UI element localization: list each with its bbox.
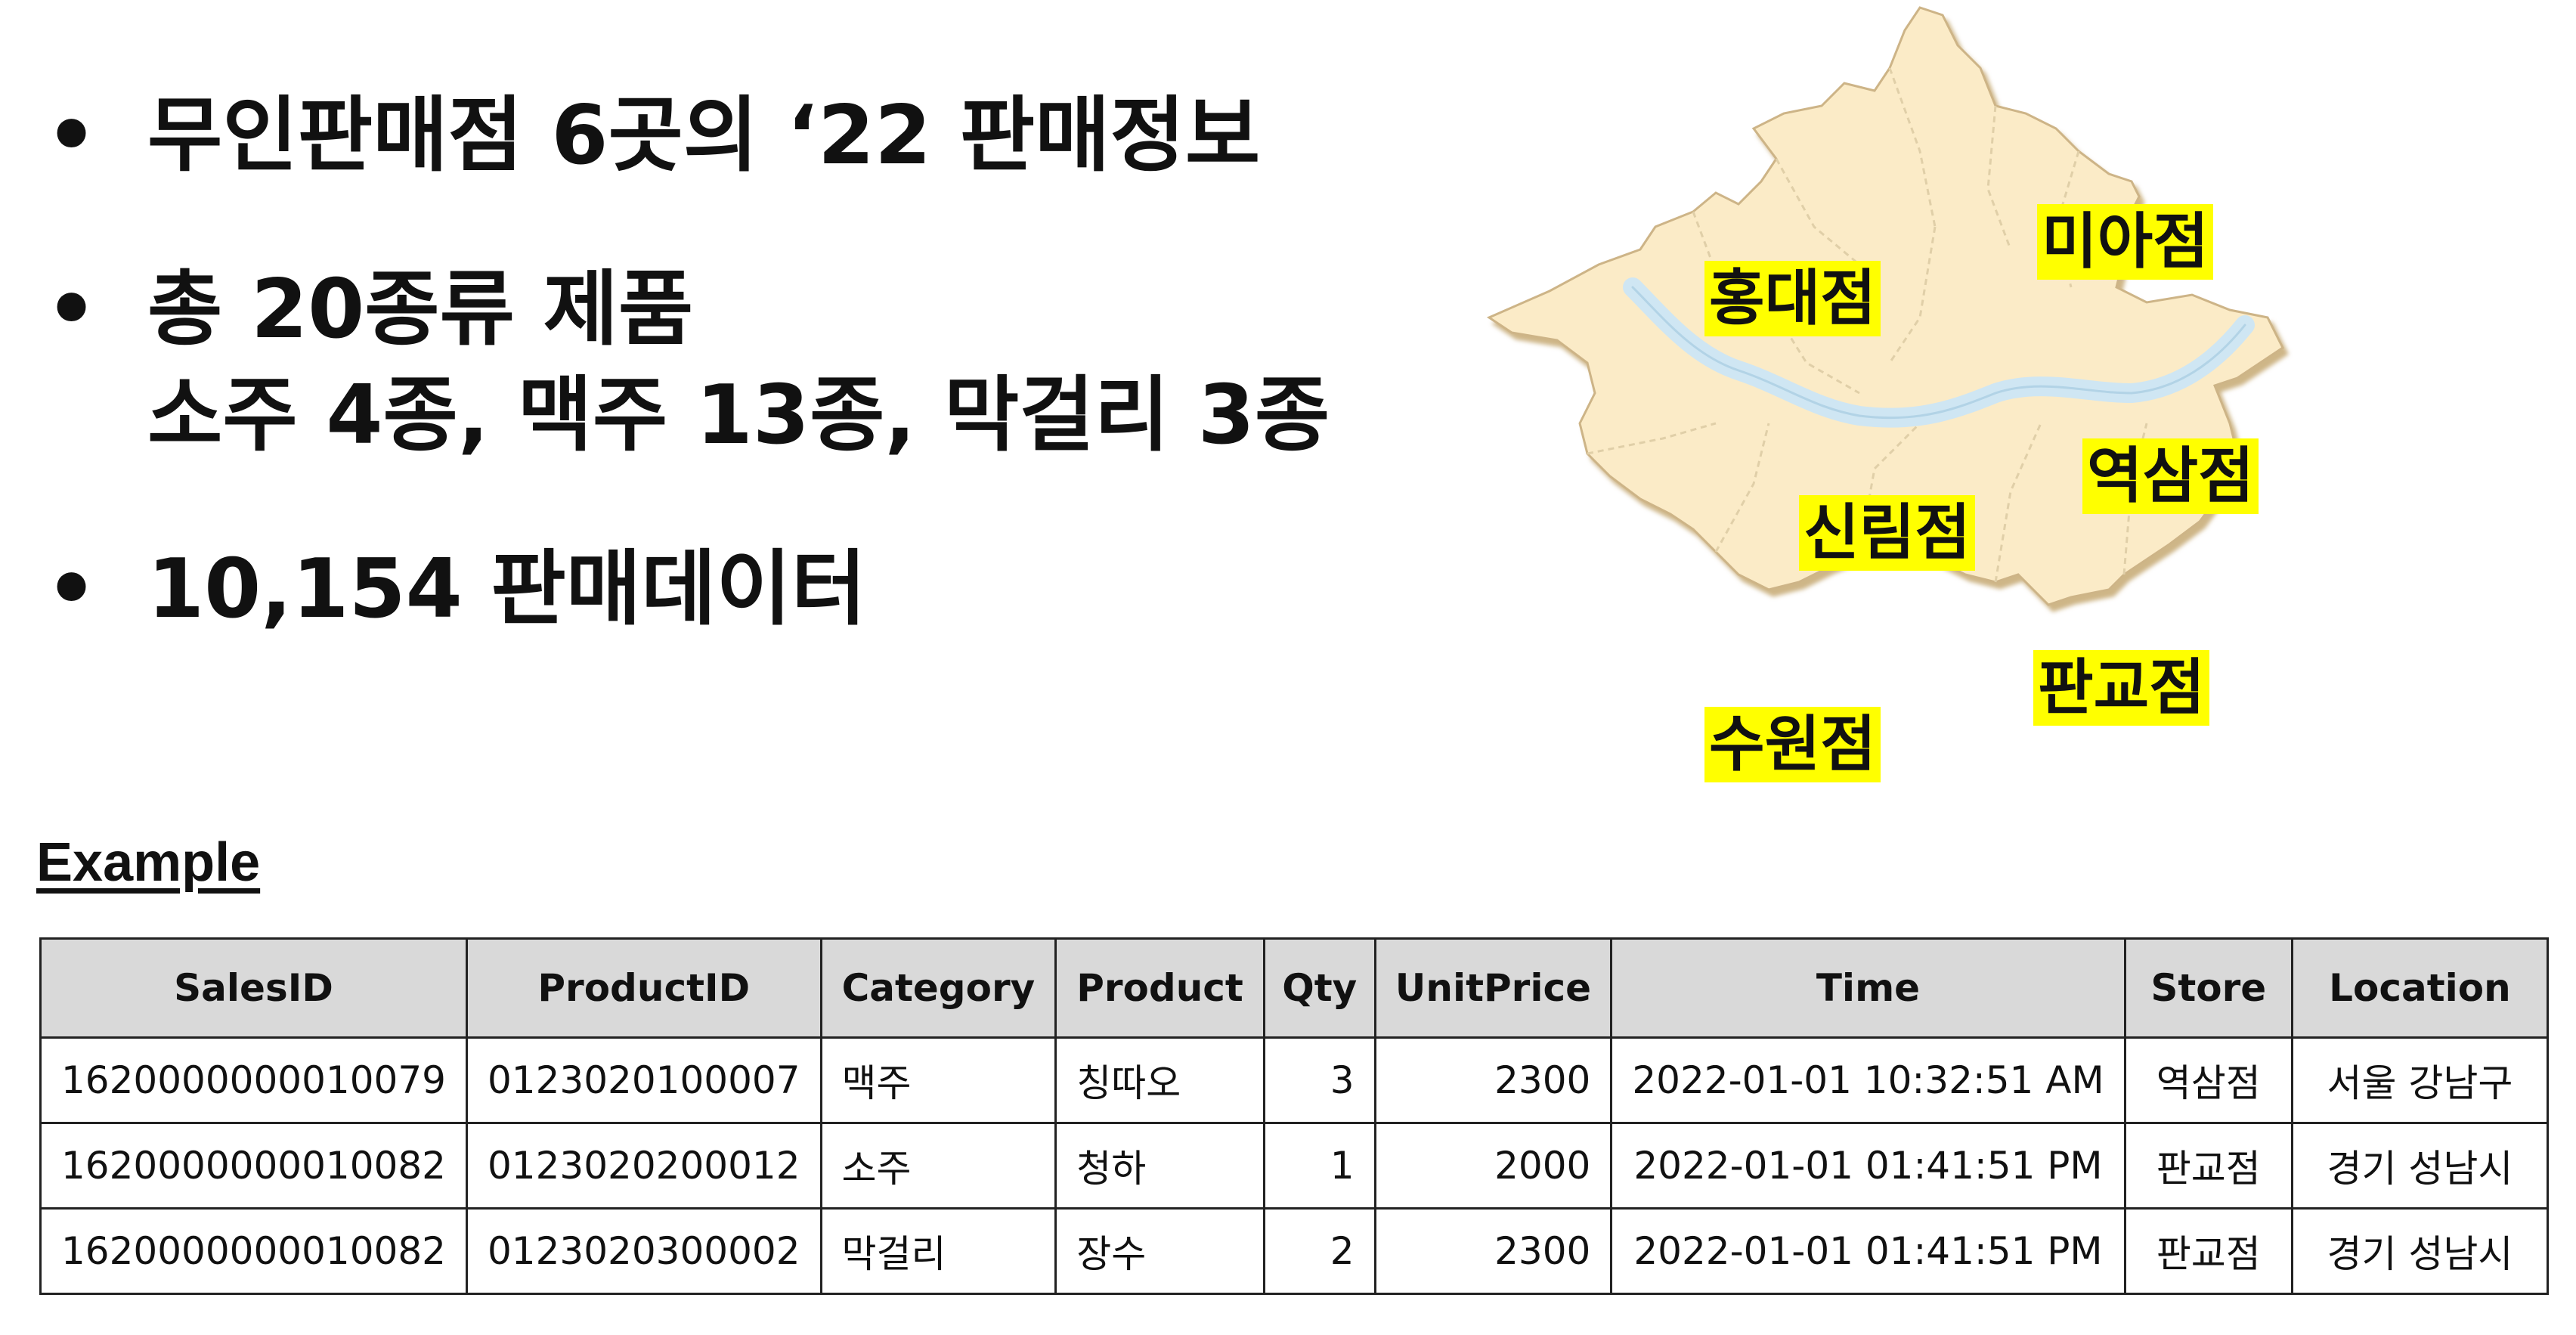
bullet-text-data-count: 10,154 판매데이터: [147, 542, 867, 637]
cell-qty: 2: [1262, 1207, 1376, 1295]
table-row: 1620000000010082 0123020300002 막걸리 장수 2 …: [39, 1207, 2550, 1295]
cell-time: 2022-01-01 01:41:51 PM: [1610, 1207, 2126, 1295]
column-header-salesid: SalesID: [39, 937, 468, 1039]
bullet-text-products-line2: 소주 4종, 맥주 13종, 막걸리 3종: [147, 368, 1330, 463]
cell-store: 판교점: [2123, 1207, 2293, 1295]
store-label-suwon: 수원점: [1704, 707, 1881, 782]
cell-store: 판교점: [2123, 1122, 2293, 1210]
column-header-unitprice: UnitPrice: [1373, 937, 1613, 1039]
bullet-text-products: 총 20종류 제품 소주 4종, 맥주 13종, 막걸리 3종: [147, 257, 1330, 469]
cell-salesid: 1620000000010079: [39, 1036, 468, 1124]
cell-location: 경기 성남시: [2290, 1207, 2550, 1295]
cell-product: 칭따오: [1054, 1036, 1265, 1124]
cell-time: 2022-01-01 10:32:51 AM: [1610, 1036, 2126, 1124]
cell-product: 청하: [1054, 1122, 1265, 1210]
cell-category: 막걸리: [819, 1207, 1057, 1295]
column-header-location: Location: [2290, 937, 2550, 1039]
store-label-hongdae: 홍대점: [1704, 261, 1881, 336]
cell-unitprice: 2300: [1373, 1207, 1613, 1295]
cell-salesid: 1620000000010082: [39, 1207, 468, 1295]
bullet-text-sales-info: 무인판매점 6곳의 ‘22 판매정보: [147, 88, 1261, 183]
example-heading: Example: [36, 832, 261, 893]
store-label-mia: 미아점: [2037, 204, 2213, 280]
column-header-store: Store: [2123, 937, 2293, 1039]
store-label-yeoksam: 역삼점: [2082, 438, 2259, 514]
cell-location: 경기 성남시: [2290, 1122, 2550, 1210]
cell-productid: 0123020200012: [465, 1122, 822, 1210]
table-row: 1620000000010079 0123020100007 맥주 칭따오 3 …: [39, 1036, 2550, 1124]
store-label-pangyo: 판교점: [2033, 650, 2209, 726]
column-header-productid: ProductID: [465, 937, 822, 1039]
cell-qty: 3: [1262, 1036, 1376, 1124]
column-header-category: Category: [819, 937, 1057, 1039]
cell-location: 서울 강남구: [2290, 1036, 2550, 1124]
bullet-marker: •: [45, 542, 98, 637]
column-header-time: Time: [1610, 937, 2126, 1039]
bullet-marker: •: [45, 88, 98, 183]
cell-productid: 0123020100007: [465, 1036, 822, 1124]
cell-product: 장수: [1054, 1207, 1265, 1295]
cell-unitprice: 2000: [1373, 1122, 1613, 1210]
store-label-sillim: 신림점: [1799, 495, 1975, 571]
cell-time: 2022-01-01 01:41:51 PM: [1610, 1122, 2126, 1210]
cell-unitprice: 2300: [1373, 1036, 1613, 1124]
bullet-marker: •: [45, 262, 98, 357]
column-header-product: Product: [1054, 937, 1265, 1039]
cell-store: 역삼점: [2123, 1036, 2293, 1124]
table-row: 1620000000010082 0123020200012 소주 청하 1 2…: [39, 1122, 2550, 1210]
table-header-row: SalesID ProductID Category Product Qty U…: [39, 937, 2550, 1039]
seoul-map: [1486, 6, 2284, 606]
column-header-qty: Qty: [1262, 937, 1376, 1039]
cell-qty: 1: [1262, 1122, 1376, 1210]
cell-category: 소주: [819, 1122, 1057, 1210]
cell-productid: 0123020300002: [465, 1207, 822, 1295]
cell-category: 맥주: [819, 1036, 1057, 1124]
bullet-text-products-line1: 총 20종류 제품: [147, 262, 694, 357]
cell-salesid: 1620000000010082: [39, 1122, 468, 1210]
sales-example-table: SalesID ProductID Category Product Qty U…: [39, 937, 2550, 1295]
